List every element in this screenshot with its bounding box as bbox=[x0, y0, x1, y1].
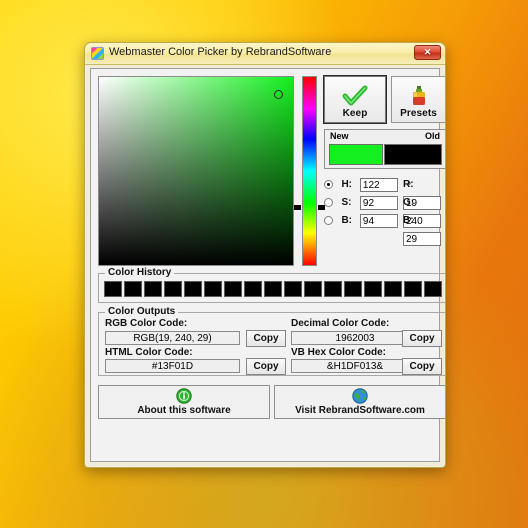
red-label: R: bbox=[403, 179, 414, 191]
globe-icon bbox=[352, 388, 368, 404]
hue-input-row: H: 122 ° bbox=[324, 176, 411, 192]
color-selector-ring bbox=[274, 90, 283, 99]
decimal-code-value[interactable]: 1962003 bbox=[291, 331, 419, 345]
rgb-code-label: RGB Color Code: bbox=[105, 318, 188, 329]
color-outputs-title: Color Outputs bbox=[105, 306, 179, 317]
hue-marker-left-icon bbox=[294, 205, 301, 210]
saturation-radio[interactable] bbox=[324, 198, 333, 208]
copy-vbhex-button[interactable]: Copy bbox=[402, 358, 442, 375]
old-color-swatch[interactable] bbox=[384, 144, 442, 165]
application-window: Webmaster Color Picker by RebrandSoftwar… bbox=[84, 42, 446, 468]
window-title: Webmaster Color Picker by RebrandSoftwar… bbox=[109, 46, 332, 58]
about-button-label: About this software bbox=[137, 405, 231, 416]
hue-input[interactable]: 122 bbox=[359, 177, 398, 192]
copy-html-button[interactable]: Copy bbox=[246, 358, 286, 375]
visit-button-label: Visit RebrandSoftware.com bbox=[295, 405, 425, 416]
close-icon[interactable]: ✕ bbox=[414, 45, 441, 60]
history-swatch[interactable] bbox=[244, 281, 262, 297]
green-check-icon bbox=[342, 85, 368, 106]
color-history-title: Color History bbox=[105, 267, 175, 278]
html-code-value[interactable]: #13F01D bbox=[105, 359, 240, 373]
visit-website-button[interactable]: Visit RebrandSoftware.com bbox=[274, 385, 445, 419]
blue-input[interactable]: 29 bbox=[403, 231, 441, 246]
history-swatch[interactable] bbox=[104, 281, 122, 297]
history-swatch[interactable] bbox=[204, 281, 222, 297]
saturation-input[interactable]: 92 bbox=[359, 195, 398, 210]
history-swatch[interactable] bbox=[364, 281, 382, 297]
history-swatch[interactable] bbox=[124, 281, 142, 297]
window-client-area: Keep Presets New Old H: 122 ° S: 92 B: 9… bbox=[90, 68, 445, 462]
rgb-code-value[interactable]: RGB(19, 240, 29) bbox=[105, 331, 240, 345]
red-input-row: R: 19 bbox=[403, 176, 441, 210]
history-swatch[interactable] bbox=[144, 281, 162, 297]
decimal-code-label: Decimal Color Code: bbox=[291, 318, 390, 329]
history-swatch[interactable] bbox=[264, 281, 282, 297]
paint-bottle-icon bbox=[412, 86, 425, 105]
saturation-input-row: S: 92 % bbox=[324, 194, 413, 210]
new-color-swatch[interactable] bbox=[329, 144, 383, 165]
copy-rgb-button[interactable]: Copy bbox=[246, 330, 286, 347]
history-swatch[interactable] bbox=[424, 281, 442, 297]
hue-label: H: bbox=[341, 179, 353, 191]
about-button[interactable]: About this software bbox=[98, 385, 270, 419]
hue-slider[interactable] bbox=[302, 76, 317, 266]
history-swatch[interactable] bbox=[284, 281, 302, 297]
brightness-input-row: B: 94 % bbox=[324, 212, 413, 228]
vbhex-code-value[interactable]: &H1DF013& bbox=[291, 359, 419, 373]
info-icon bbox=[176, 388, 192, 404]
new-color-label: New bbox=[330, 131, 349, 141]
old-color-label: Old bbox=[425, 131, 440, 141]
color-squares-icon bbox=[91, 47, 104, 60]
saturation-label: S: bbox=[341, 197, 352, 209]
history-swatch[interactable] bbox=[304, 281, 322, 297]
brightness-input[interactable]: 94 bbox=[359, 213, 398, 228]
title-bar[interactable]: Webmaster Color Picker by RebrandSoftwar… bbox=[85, 43, 445, 65]
history-swatch[interactable] bbox=[164, 281, 182, 297]
history-swatch[interactable] bbox=[324, 281, 342, 297]
desktop-background: Webmaster Color Picker by RebrandSoftwar… bbox=[0, 0, 528, 528]
blue-input-row: B: 29 bbox=[403, 212, 441, 246]
green-label: G: bbox=[403, 197, 415, 209]
vbhex-code-label: VB Hex Color Code: bbox=[291, 347, 387, 358]
color-outputs-group: Color Outputs RGB Color Code: RGB(19, 24… bbox=[98, 306, 445, 376]
saturation-brightness-field[interactable] bbox=[98, 76, 294, 266]
keep-button-label: Keep bbox=[342, 108, 368, 119]
history-swatch[interactable] bbox=[344, 281, 362, 297]
history-swatch[interactable] bbox=[184, 281, 202, 297]
hue-radio[interactable] bbox=[324, 180, 333, 190]
copy-decimal-button[interactable]: Copy bbox=[402, 330, 442, 347]
presets-button[interactable]: Presets bbox=[391, 76, 445, 123]
blue-label: B: bbox=[403, 215, 414, 227]
brightness-label: B: bbox=[341, 215, 353, 227]
color-history-strip bbox=[104, 281, 442, 297]
history-swatch[interactable] bbox=[224, 281, 242, 297]
green-input-row: G: 240 bbox=[403, 194, 441, 228]
keep-button[interactable]: Keep bbox=[324, 76, 386, 123]
presets-button-label: Presets bbox=[400, 108, 437, 119]
color-history-group: Color History bbox=[98, 267, 445, 303]
html-code-label: HTML Color Code: bbox=[105, 347, 193, 358]
color-preview-panel: New Old bbox=[324, 129, 445, 169]
history-swatch[interactable] bbox=[384, 281, 402, 297]
history-swatch[interactable] bbox=[404, 281, 422, 297]
brightness-radio[interactable] bbox=[324, 216, 333, 226]
